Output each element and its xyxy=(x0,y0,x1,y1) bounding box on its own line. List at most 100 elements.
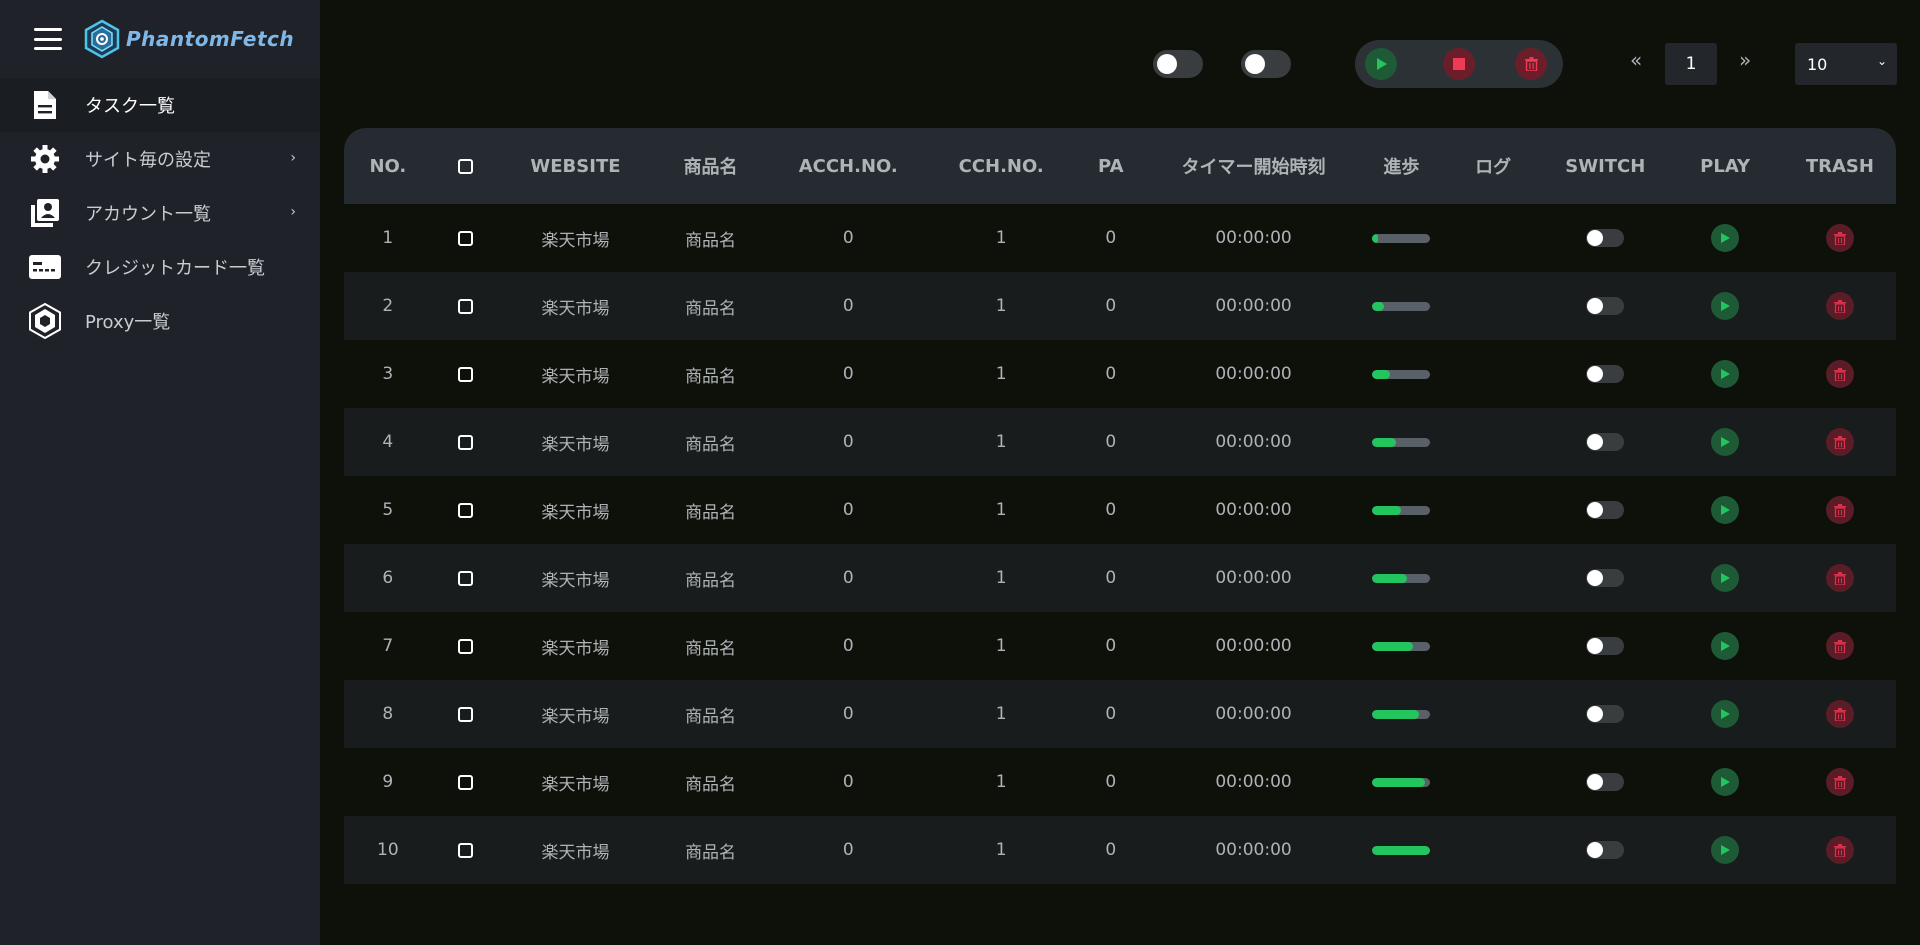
col-header-no[interactable]: NO. xyxy=(344,128,432,204)
cell-product: 商品名 xyxy=(685,774,737,795)
delete-all-button[interactable] xyxy=(1515,48,1547,80)
current-page-input[interactable]: 1 xyxy=(1665,43,1717,85)
row-checkbox[interactable] xyxy=(457,230,473,246)
row-switch-toggle[interactable] xyxy=(1586,705,1625,723)
cell-log xyxy=(1442,408,1544,476)
col-header-product[interactable]: 商品名 xyxy=(652,128,769,204)
prev-page-button[interactable]: « xyxy=(1630,48,1642,72)
progress-bar xyxy=(1372,573,1431,583)
col-header-trash[interactable]: TRASH xyxy=(1784,128,1896,204)
row-checkbox[interactable] xyxy=(457,706,473,722)
row-trash-button[interactable] xyxy=(1825,224,1854,252)
col-header-play[interactable]: PLAY xyxy=(1666,128,1783,204)
col-header-pa[interactable]: PA xyxy=(1075,128,1146,204)
row-checkbox[interactable] xyxy=(457,298,473,314)
cell-cch: 1 xyxy=(995,228,1007,248)
row-trash-button[interactable] xyxy=(1825,292,1854,320)
select-all-checkbox[interactable] xyxy=(457,159,473,174)
cell-play xyxy=(1666,748,1783,816)
play-icon xyxy=(1721,777,1731,787)
row-checkbox[interactable] xyxy=(457,366,473,382)
col-header-log[interactable]: ログ xyxy=(1442,128,1544,204)
cell-play xyxy=(1666,476,1783,544)
row-play-button[interactable] xyxy=(1711,360,1740,388)
progress-fill xyxy=(1372,301,1384,311)
cell-trash xyxy=(1784,816,1896,884)
sidebar-item-tasks[interactable]: タスク一覧 xyxy=(0,78,320,132)
cell-play xyxy=(1666,612,1783,680)
global-toggle-1[interactable] xyxy=(1153,50,1203,78)
row-trash-button[interactable] xyxy=(1825,496,1854,524)
row-play-button[interactable] xyxy=(1711,836,1740,864)
col-header-cch[interactable]: CCH.NO. xyxy=(927,128,1075,204)
row-trash-button[interactable] xyxy=(1825,700,1854,728)
cell-progress xyxy=(1361,340,1443,408)
row-play-button[interactable] xyxy=(1711,292,1740,320)
trash-icon xyxy=(1833,775,1846,789)
row-checkbox[interactable] xyxy=(457,570,473,586)
cell-log xyxy=(1442,680,1544,748)
cell-website: 楽天市場 xyxy=(541,502,610,523)
stop-all-button[interactable] xyxy=(1443,48,1475,80)
row-trash-button[interactable] xyxy=(1825,768,1854,796)
cell-product: 商品名 xyxy=(685,842,737,863)
trash-icon xyxy=(1833,843,1846,857)
row-switch-toggle[interactable] xyxy=(1586,773,1625,791)
row-play-button[interactable] xyxy=(1711,224,1740,252)
cell-timer: 00:00:00 xyxy=(1215,228,1292,248)
row-checkbox[interactable] xyxy=(457,774,473,790)
next-page-button[interactable]: » xyxy=(1739,48,1751,72)
cell-timer: 00:00:00 xyxy=(1215,772,1292,792)
row-checkbox[interactable] xyxy=(457,638,473,654)
row-play-button[interactable] xyxy=(1711,632,1740,660)
cell-website: 楽天市場 xyxy=(541,230,610,251)
row-play-button[interactable] xyxy=(1711,564,1740,592)
cell-select xyxy=(432,204,499,272)
row-trash-button[interactable] xyxy=(1825,632,1854,660)
cell-select xyxy=(432,816,499,884)
col-header-timer[interactable]: タイマー開始時刻 xyxy=(1146,128,1360,204)
cell-log xyxy=(1442,816,1544,884)
row-trash-button[interactable] xyxy=(1825,428,1854,456)
row-checkbox[interactable] xyxy=(457,842,473,858)
cell-switch xyxy=(1544,680,1666,748)
row-play-button[interactable] xyxy=(1711,768,1740,796)
row-play-button[interactable] xyxy=(1711,428,1740,456)
row-checkbox[interactable] xyxy=(457,502,473,518)
row-play-button[interactable] xyxy=(1711,496,1740,524)
sidebar-item-site-settings[interactable]: サイト毎の設定 › xyxy=(0,132,320,186)
global-toggle-2[interactable] xyxy=(1241,50,1291,78)
sidebar-item-credit-cards[interactable]: クレジットカード一覧 xyxy=(0,240,320,294)
row-trash-button[interactable] xyxy=(1825,564,1854,592)
cell-switch xyxy=(1544,612,1666,680)
row-switch-toggle[interactable] xyxy=(1586,637,1625,655)
sidebar-item-proxies[interactable]: Proxy一覧 xyxy=(0,294,320,348)
cell-cch: 1 xyxy=(995,432,1007,452)
row-trash-button[interactable] xyxy=(1825,360,1854,388)
cell-select xyxy=(432,544,499,612)
hamburger-menu-icon[interactable] xyxy=(34,28,62,50)
cell-select xyxy=(432,612,499,680)
row-trash-button[interactable] xyxy=(1825,836,1854,864)
row-play-button[interactable] xyxy=(1711,700,1740,728)
col-header-website[interactable]: WEBSITE xyxy=(499,128,652,204)
row-switch-toggle[interactable] xyxy=(1586,501,1625,519)
per-page-select[interactable]: 10 ⌄ xyxy=(1795,43,1897,85)
trash-icon xyxy=(1833,435,1846,449)
col-header-progress[interactable]: 進歩 xyxy=(1361,128,1443,204)
play-all-button[interactable] xyxy=(1365,48,1397,80)
cell-website: 楽天市場 xyxy=(541,638,610,659)
col-header-acch[interactable]: ACCH.NO. xyxy=(769,128,927,204)
row-checkbox[interactable] xyxy=(457,434,473,450)
row-switch-toggle[interactable] xyxy=(1586,297,1625,315)
trash-icon xyxy=(1833,367,1846,381)
row-switch-toggle[interactable] xyxy=(1586,433,1625,451)
cell-product: 商品名 xyxy=(685,502,737,523)
row-switch-toggle[interactable] xyxy=(1586,365,1625,383)
col-header-switch[interactable]: SWITCH xyxy=(1544,128,1666,204)
row-switch-toggle[interactable] xyxy=(1586,229,1625,247)
sidebar-item-accounts[interactable]: アカウント一覧 › xyxy=(0,186,320,240)
row-switch-toggle[interactable] xyxy=(1586,569,1625,587)
progress-fill xyxy=(1372,573,1408,583)
row-switch-toggle[interactable] xyxy=(1586,841,1625,859)
